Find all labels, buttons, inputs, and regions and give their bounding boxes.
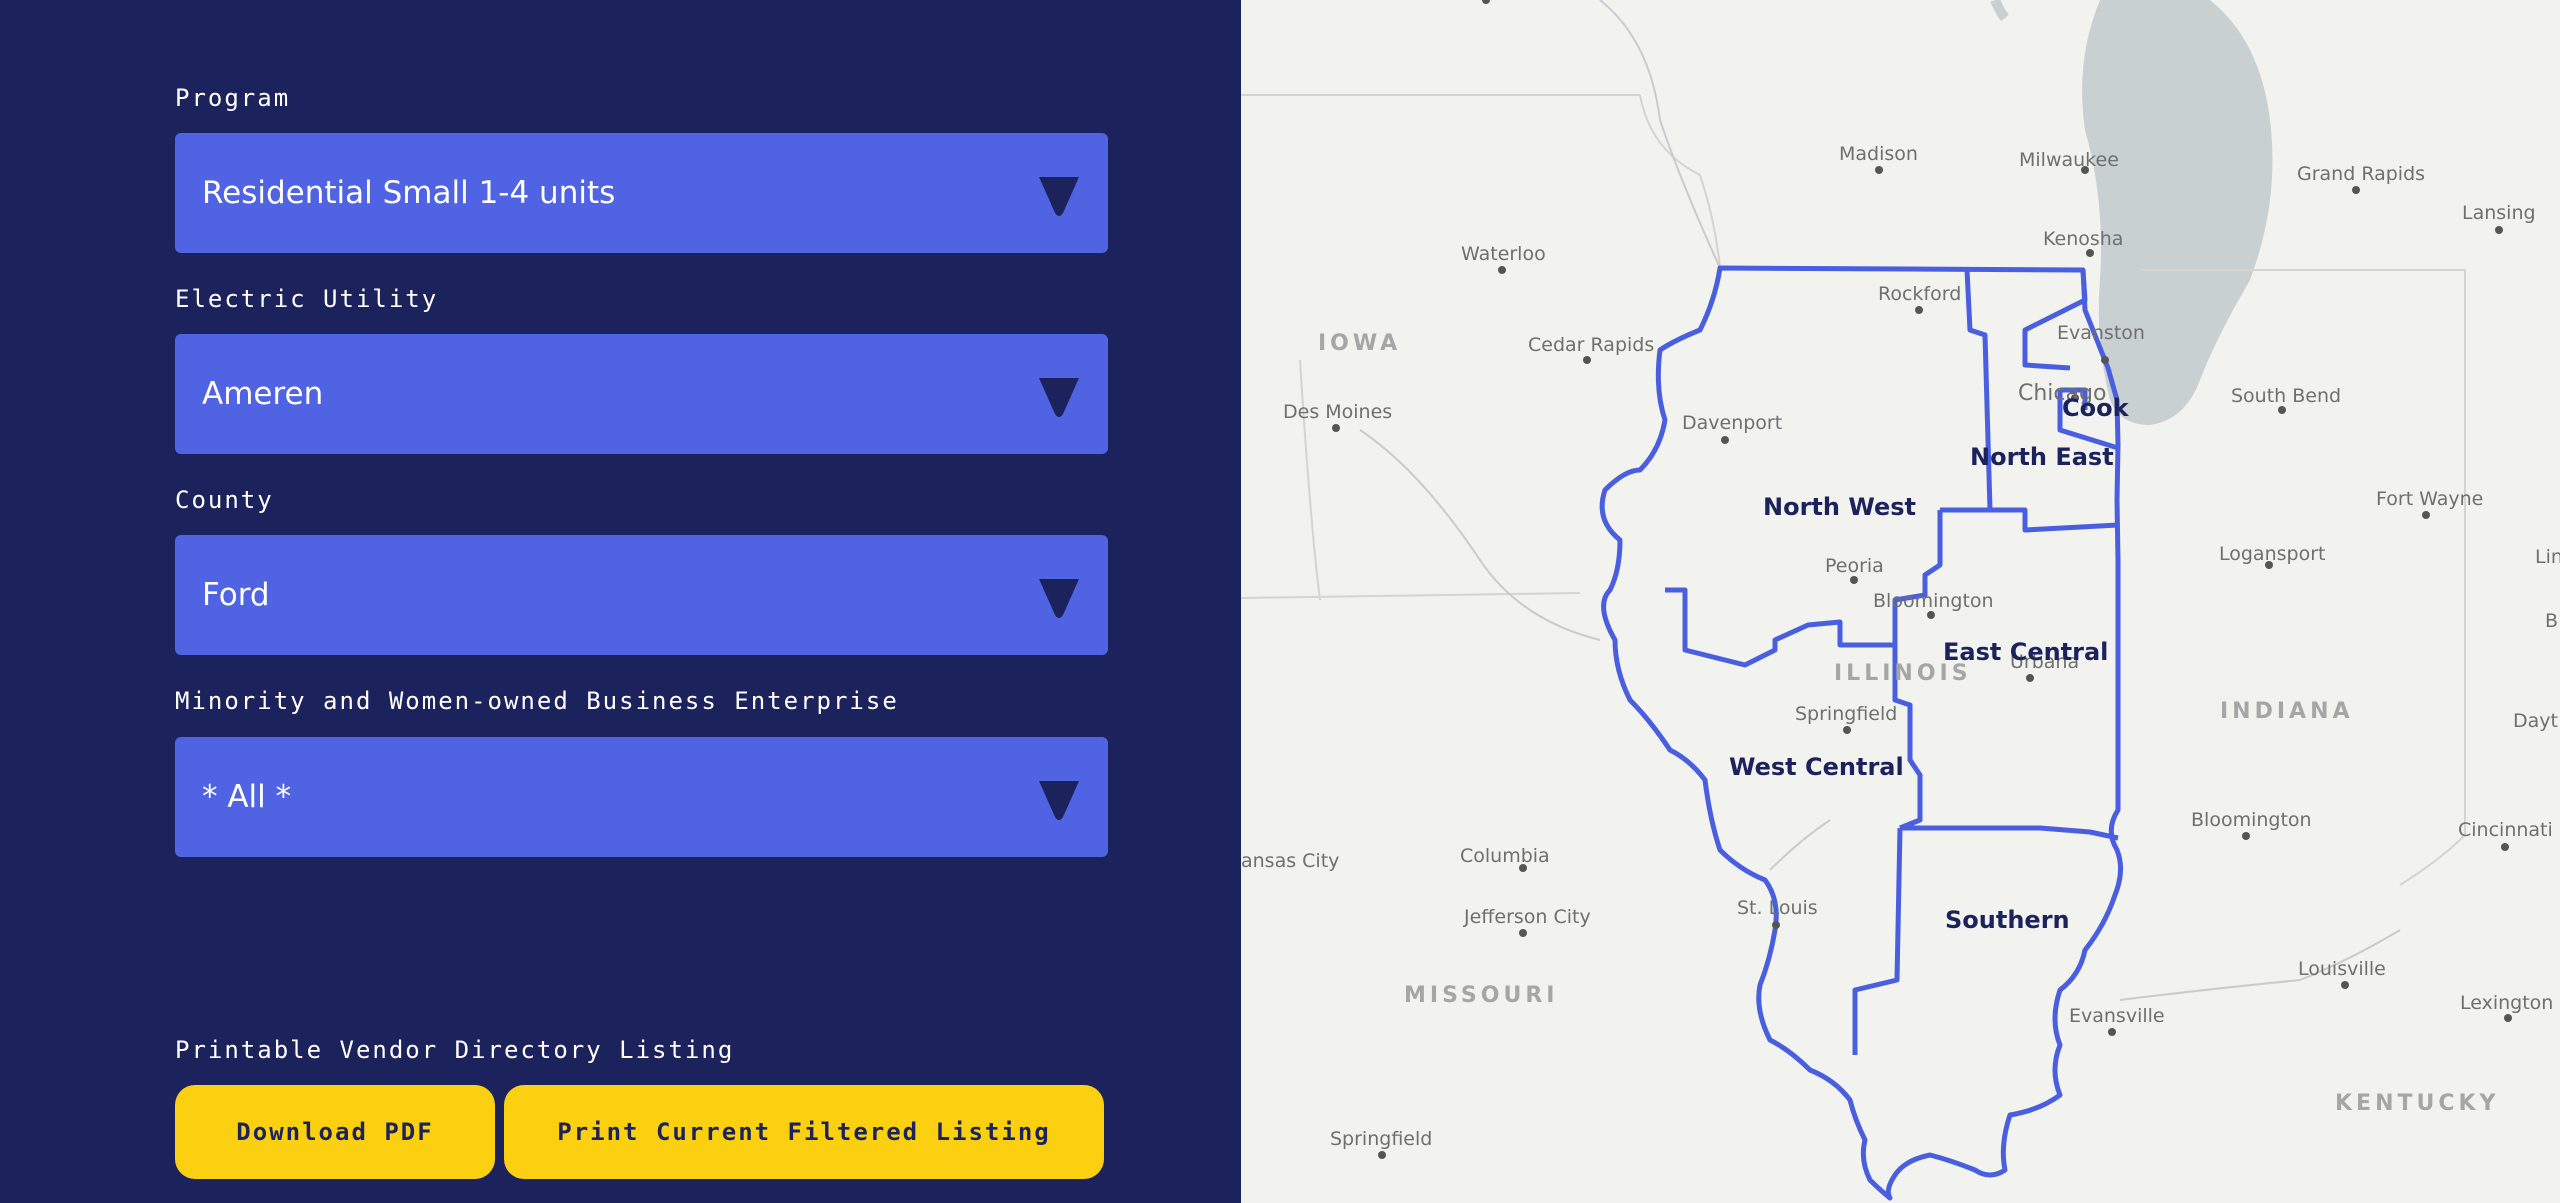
map-city-label: Madison (1839, 143, 1918, 165)
map-city-label: Grand Rapids (2297, 163, 2425, 185)
map-city-label: Bloomington (2191, 809, 2312, 831)
printable-listing-label: Printable Vendor Directory Listing (175, 1036, 735, 1064)
map-city-label: Logansport (2219, 543, 2325, 565)
map-region-label: Cook (2062, 394, 2130, 422)
map-region-label: West Central (1729, 753, 1904, 781)
map-city-label: Cedar Rapids (1528, 334, 1654, 356)
filter-sidebar: Program Residential Small 1-4 units Elec… (0, 0, 1241, 1203)
illinois-regions (1599, 265, 2123, 1201)
print-listing-button[interactable]: Print Current Filtered Listing (504, 1085, 1104, 1179)
lake-michigan (2082, 0, 2273, 425)
map-state-label: MISSOURI (1404, 983, 1558, 1008)
map-city-label: Milwaukee (2019, 149, 2119, 171)
map-city-label: Lin (2535, 546, 2560, 568)
county-select-value: Ford (202, 577, 270, 613)
county-label: County (175, 486, 274, 514)
map-canvas[interactable]: IOWA ILLINOIS INDIANA MISSOURI KENTUCKY … (1241, 0, 2560, 1203)
map-city-label: Springfield (1795, 703, 1897, 725)
map-city-label: Cincinnati (2458, 819, 2553, 841)
utility-select[interactable]: Ameren (175, 334, 1108, 454)
program-select[interactable]: Residential Small 1-4 units (175, 133, 1108, 253)
chevron-down-icon (1039, 781, 1079, 820)
map-city-label: Evansville (2069, 1005, 2165, 1027)
download-pdf-button[interactable]: Download PDF (175, 1085, 495, 1179)
map-state-label: INDIANA (2220, 699, 2354, 724)
map-city-label: Columbia (1460, 845, 1550, 867)
map-city-label: Davenport (1682, 412, 1782, 434)
map-city-label: Evanston (2057, 322, 2145, 344)
program-label: Program (175, 84, 291, 112)
map-city-label: Rockford (1878, 283, 1961, 305)
chevron-down-icon (1039, 579, 1079, 618)
map-city-label: Dayt (2513, 710, 2558, 732)
mwbe-select-value: * All * (202, 779, 292, 815)
region-map[interactable]: IOWA ILLINOIS INDIANA MISSOURI KENTUCKY … (1241, 0, 2560, 1203)
utility-label: Electric Utility (175, 285, 439, 313)
map-region-label: East Central (1943, 638, 2108, 666)
map-city-label: Fort Wayne (2376, 488, 2483, 510)
map-city-label: Lansing (2462, 202, 2536, 224)
map-region-label: North West (1763, 493, 1916, 521)
mwbe-select[interactable]: * All * (175, 737, 1108, 857)
map-city-label: Kenosha (2043, 228, 2123, 250)
map-city-label: Louisville (2298, 958, 2386, 980)
chevron-down-icon (1039, 378, 1079, 417)
state-outline (1599, 265, 2123, 1201)
map-city-label: St. Louis (1737, 897, 1818, 919)
program-select-value: Residential Small 1-4 units (202, 175, 616, 211)
map-city-label: Waterloo (1461, 243, 1546, 265)
map-region-label: North East (1970, 443, 2114, 471)
county-select[interactable]: Ford (175, 535, 1108, 655)
map-city-label: ansas City (1241, 850, 1339, 872)
map-state-label: KENTUCKY (2335, 1091, 2499, 1116)
map-city-label: Des Moines (1283, 401, 1392, 423)
utility-select-value: Ameren (202, 376, 324, 412)
map-city-label: Bloomington (1873, 590, 1994, 612)
map-region-label: Southern (1945, 906, 2070, 934)
map-state-label: IOWA (1318, 331, 1401, 356)
map-city-label: Peoria (1825, 555, 1884, 577)
map-city-label: B (2545, 610, 2558, 632)
map-city-label: Springfield (1330, 1128, 1432, 1150)
mwbe-label: Minority and Women-owned Business Enterp… (175, 687, 899, 715)
map-city-label: Lexington (2460, 992, 2553, 1014)
map-city-label: South Bend (2231, 385, 2341, 407)
chevron-down-icon (1039, 177, 1079, 216)
map-city-label: Jefferson City (1463, 906, 1591, 928)
